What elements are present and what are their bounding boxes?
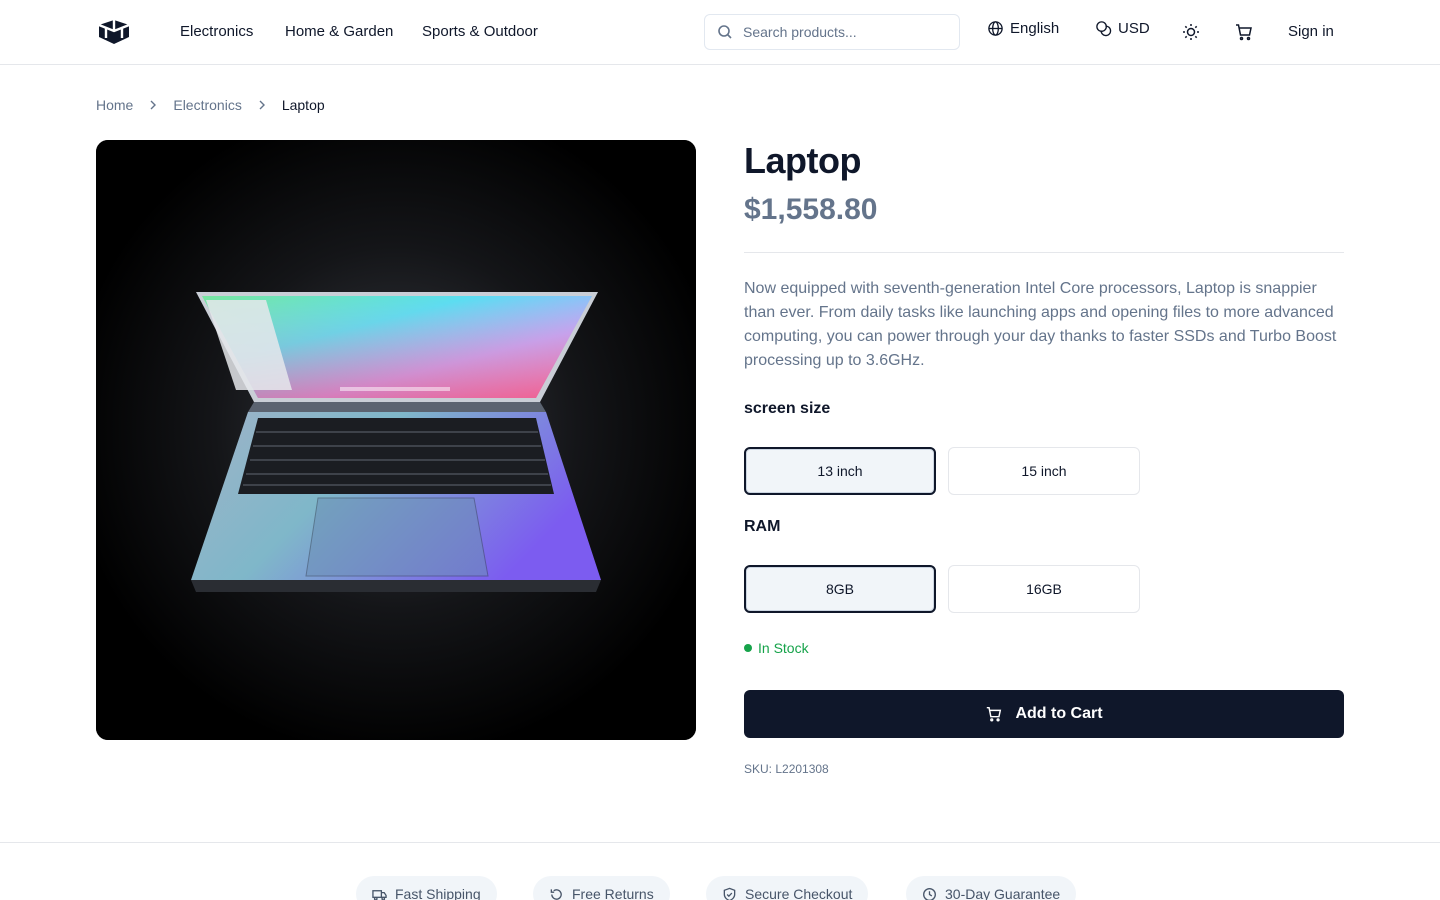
- language-label: English: [1010, 20, 1060, 37]
- cart-icon: [987, 706, 1002, 722]
- coins-icon: [1096, 21, 1112, 37]
- sun-icon[interactable]: [1181, 22, 1201, 42]
- feature-label: Fast Shipping: [395, 886, 481, 900]
- feature-guarantee: 30-Day Guarantee: [906, 876, 1077, 900]
- feature-label: Free Returns: [572, 886, 654, 900]
- language-selector[interactable]: English: [987, 20, 1059, 37]
- product-description: Now equipped with seventh-generation Int…: [744, 280, 1337, 369]
- feature-label: 30-Day Guarantee: [945, 886, 1061, 900]
- clock-icon: [923, 887, 936, 900]
- nav-electronics[interactable]: Electronics: [180, 23, 253, 40]
- chevron-right-icon: [259, 100, 265, 110]
- divider: [744, 252, 1344, 253]
- add-to-cart-label: Add to Cart: [1015, 705, 1103, 722]
- logo-icon[interactable]: [96, 18, 132, 46]
- breadcrumb-home[interactable]: Home: [96, 97, 133, 113]
- add-to-cart-button[interactable]: Add to Cart: [744, 690, 1344, 738]
- stock-dot: [744, 644, 752, 652]
- chevron-right-icon: [150, 100, 157, 110]
- currency-label: USD: [1118, 20, 1150, 37]
- breadcrumb: Home Electronics Laptop: [96, 97, 325, 113]
- feature-fast-shipping: Fast Shipping: [356, 876, 497, 900]
- search-box[interactable]: [704, 14, 960, 50]
- currency-selector[interactable]: USD: [1095, 20, 1150, 37]
- globe-icon: [988, 21, 1003, 36]
- product-title: Laptop: [744, 140, 861, 181]
- site-header: Electronics Home & Garden Sports & Outdo…: [0, 0, 1440, 65]
- breadcrumb-electronics[interactable]: Electronics: [173, 97, 241, 113]
- shield-check-icon: [723, 887, 736, 900]
- nav-sports-outdoor[interactable]: Sports & Outdoor: [422, 23, 538, 40]
- product-image: [96, 140, 696, 740]
- stock-label: In Stock: [758, 640, 809, 656]
- laptop-illustration: [96, 140, 696, 740]
- stock-status: In Stock: [744, 640, 809, 656]
- sign-in-link[interactable]: Sign in: [1288, 23, 1334, 40]
- cart-icon[interactable]: [1234, 22, 1254, 42]
- feature-secure-checkout: Secure Checkout: [706, 876, 869, 900]
- option-15-inch[interactable]: 15 inch: [948, 447, 1140, 495]
- feature-free-returns: Free Returns: [533, 876, 670, 900]
- option-16gb[interactable]: 16GB: [948, 565, 1140, 613]
- footer-divider: [0, 842, 1440, 843]
- search-input[interactable]: [743, 24, 943, 40]
- search-icon: [718, 25, 732, 39]
- feature-label: Secure Checkout: [745, 886, 853, 900]
- product-sku: SKU: L2201308: [744, 762, 829, 776]
- option-8gb[interactable]: 8GB: [744, 565, 936, 613]
- breadcrumb-current: Laptop: [281, 97, 325, 113]
- product-price: $1,558.80: [744, 193, 878, 226]
- option-label-ram: RAM: [744, 518, 781, 535]
- option-label-screen-size: screen size: [744, 400, 831, 417]
- nav-home-garden[interactable]: Home & Garden: [285, 23, 393, 40]
- truck-icon: [372, 889, 387, 900]
- option-13-inch[interactable]: 13 inch: [744, 447, 936, 495]
- rotate-icon: [550, 888, 562, 900]
